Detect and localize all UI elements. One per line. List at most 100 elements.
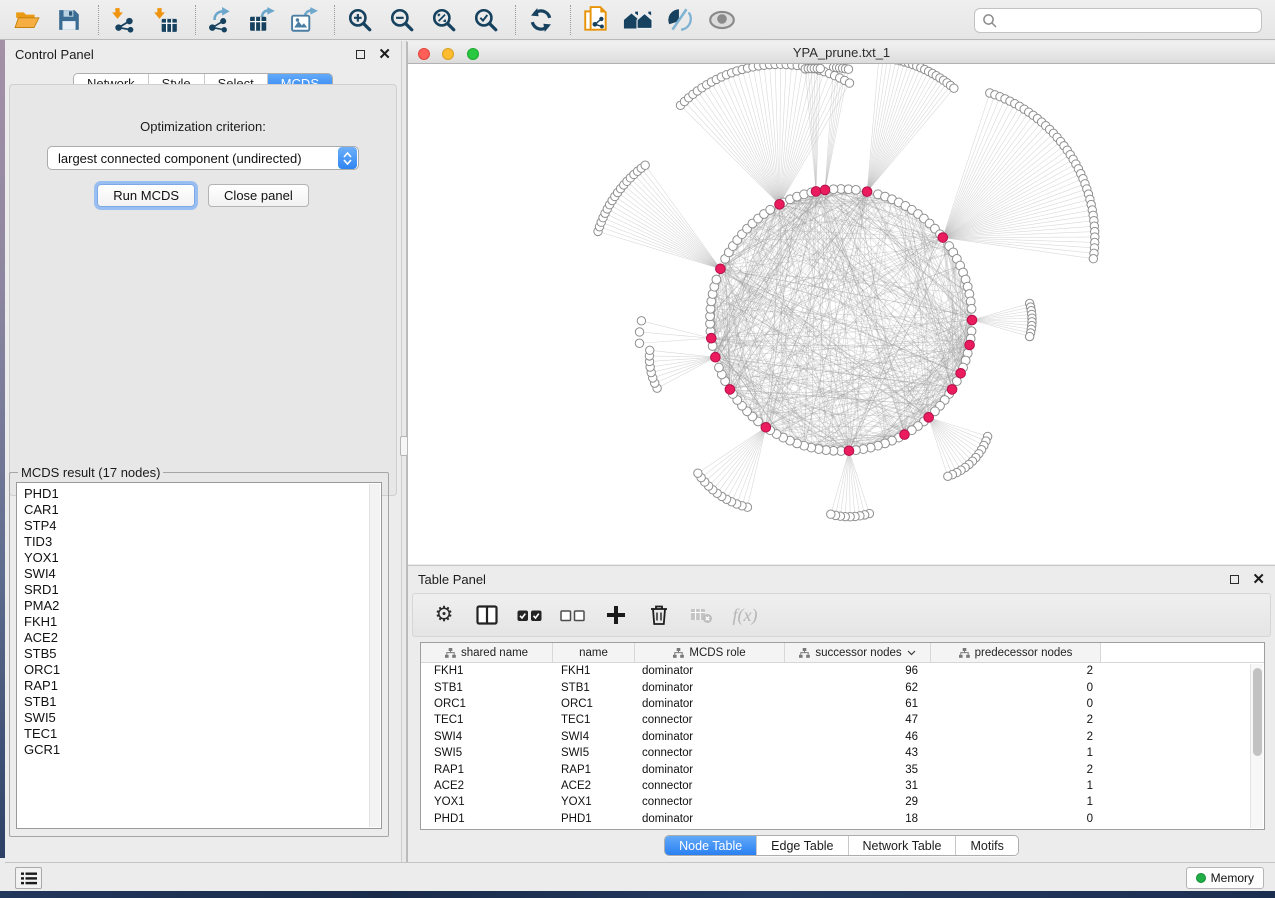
criterion-dropdown[interactable]: largest connected component (undirected) <box>47 146 359 170</box>
import-network-icon[interactable] <box>109 5 139 35</box>
search-input[interactable] <box>974 8 1262 33</box>
list-item[interactable]: SWI4 <box>24 566 381 582</box>
list-item[interactable]: ACE2 <box>24 630 381 646</box>
graph-hub-node[interactable] <box>900 430 910 440</box>
tab-motifs[interactable]: Motifs <box>955 836 1017 855</box>
graph-hub-node[interactable] <box>947 385 957 395</box>
list-item[interactable]: SWI5 <box>24 710 381 726</box>
graph-leaf-node[interactable] <box>1025 332 1033 340</box>
show-all-icon[interactable] <box>623 5 653 35</box>
graph-leaf-node[interactable] <box>844 65 852 73</box>
task-history-button[interactable] <box>15 867 42 889</box>
clear-table-icon[interactable] <box>689 602 715 628</box>
graph-node[interactable] <box>829 185 838 194</box>
graph-hub-node[interactable] <box>716 264 726 274</box>
graph-leaf-node[interactable] <box>694 469 702 477</box>
add-column-icon[interactable] <box>603 602 629 628</box>
list-item[interactable]: STB5 <box>24 646 381 662</box>
column-header-shared-name[interactable]: shared name <box>421 643 553 662</box>
graph-hub-node[interactable] <box>761 423 771 433</box>
network-window-titlebar[interactable]: YPA_prune.txt_1 <box>408 42 1275 64</box>
graph-leaf-node[interactable] <box>635 339 643 347</box>
list-item[interactable]: STP4 <box>24 518 381 534</box>
export-table-icon[interactable] <box>248 5 278 35</box>
graph-leaf-node[interactable] <box>637 317 645 325</box>
close-window-icon[interactable] <box>418 48 430 60</box>
list-item[interactable]: TEC1 <box>24 726 381 742</box>
table-row[interactable]: ORC1ORC1dominator610 <box>421 696 1264 712</box>
graph-leaf-node[interactable] <box>944 472 952 480</box>
mcds-result-listbox[interactable]: PHD1CAR1STP4TID3YOX1SWI4SRD1PMA2FKH1ACE2… <box>16 482 382 829</box>
column-header-successor-nodes[interactable]: successor nodes <box>785 643 931 662</box>
list-item[interactable]: FKH1 <box>24 614 381 630</box>
list-item[interactable]: PMA2 <box>24 598 381 614</box>
graph-hub-node[interactable] <box>844 446 854 456</box>
zoom-out-icon[interactable] <box>387 5 417 35</box>
table-row[interactable]: SWI4SWI4dominator462 <box>421 729 1264 745</box>
graph-leaf-node[interactable] <box>1089 255 1097 263</box>
split-columns-icon[interactable] <box>474 602 500 628</box>
table-row[interactable]: FKH1FKH1dominator962 <box>421 663 1264 679</box>
zoom-fit-icon[interactable] <box>429 5 459 35</box>
table-row[interactable]: PHD1PHD1dominator180 <box>421 811 1264 827</box>
zoom-in-icon[interactable] <box>345 5 375 35</box>
export-image-icon[interactable] <box>290 5 320 35</box>
table-row[interactable]: TEC1TEC1connector472 <box>421 712 1264 728</box>
network-canvas[interactable] <box>408 64 1275 564</box>
close-table-panel-icon[interactable]: ✕ <box>1252 575 1265 584</box>
graph-hub-node[interactable] <box>811 187 821 197</box>
settings-gear-icon[interactable]: ⚙ <box>431 602 457 628</box>
graph-hub-node[interactable] <box>820 185 830 195</box>
zoom-selected-icon[interactable] <box>471 5 501 35</box>
close-panel-button[interactable]: Close panel <box>208 184 309 207</box>
network-graph[interactable] <box>408 64 1275 564</box>
scrollbar-thumb[interactable] <box>1253 668 1262 756</box>
table-row[interactable]: YOX1YOX1connector291 <box>421 794 1264 810</box>
column-header-name[interactable]: name <box>553 643 635 662</box>
select-all-icon[interactable] <box>517 602 543 628</box>
table-scrollbar[interactable] <box>1250 664 1263 828</box>
graph-hub-node[interactable] <box>924 413 934 423</box>
list-item[interactable]: RAP1 <box>24 678 381 694</box>
close-panel-icon[interactable]: ✕ <box>378 50 391 59</box>
export-network-icon[interactable] <box>206 5 236 35</box>
list-item[interactable]: CAR1 <box>24 502 381 518</box>
graph-leaf-node[interactable] <box>816 64 824 72</box>
graph-leaf-node[interactable] <box>950 84 958 92</box>
tab-network-table[interactable]: Network Table <box>848 836 956 855</box>
float-window-icon[interactable] <box>356 50 365 59</box>
save-session-icon[interactable] <box>54 5 84 35</box>
memory-button[interactable]: Memory <box>1186 867 1264 889</box>
column-header-predecessor-nodes[interactable]: predecessor nodes <box>931 643 1101 662</box>
graph-hub-node[interactable] <box>956 368 966 378</box>
graph-hub-node[interactable] <box>775 200 785 210</box>
list-item[interactable]: TID3 <box>24 534 381 550</box>
zoom-window-icon[interactable] <box>467 48 479 60</box>
column-header-mcds-role[interactable]: MCDS role <box>635 643 785 662</box>
list-item[interactable]: GCR1 <box>24 742 381 758</box>
tab-node-table[interactable]: Node Table <box>665 836 756 855</box>
list-item[interactable]: STB1 <box>24 694 381 710</box>
run-mcds-button[interactable]: Run MCDS <box>97 184 195 207</box>
graph-leaf-node[interactable] <box>635 328 643 336</box>
graph-hub-node[interactable] <box>967 315 977 325</box>
graph-hub-node[interactable] <box>706 333 716 343</box>
graph-node[interactable] <box>715 363 724 372</box>
float-table-panel-icon[interactable] <box>1230 575 1239 584</box>
show-hidden-icon[interactable] <box>707 5 737 35</box>
open-session-icon[interactable] <box>12 5 42 35</box>
graph-node[interactable] <box>712 275 721 284</box>
graph-hub-node[interactable] <box>862 187 872 197</box>
list-item[interactable]: SRD1 <box>24 582 381 598</box>
list-item[interactable]: YOX1 <box>24 550 381 566</box>
graph-node[interactable] <box>852 185 861 194</box>
graph-leaf-node[interactable] <box>641 161 649 169</box>
refresh-layout-icon[interactable] <box>526 5 556 35</box>
graph-hub-node[interactable] <box>965 340 975 350</box>
hide-selected-icon[interactable] <box>665 5 695 35</box>
graph-leaf-node[interactable] <box>845 79 853 87</box>
graph-hub-node[interactable] <box>725 385 735 395</box>
graph-node[interactable] <box>766 205 775 214</box>
delete-column-icon[interactable] <box>646 602 672 628</box>
network-from-selection-icon[interactable] <box>581 5 611 35</box>
